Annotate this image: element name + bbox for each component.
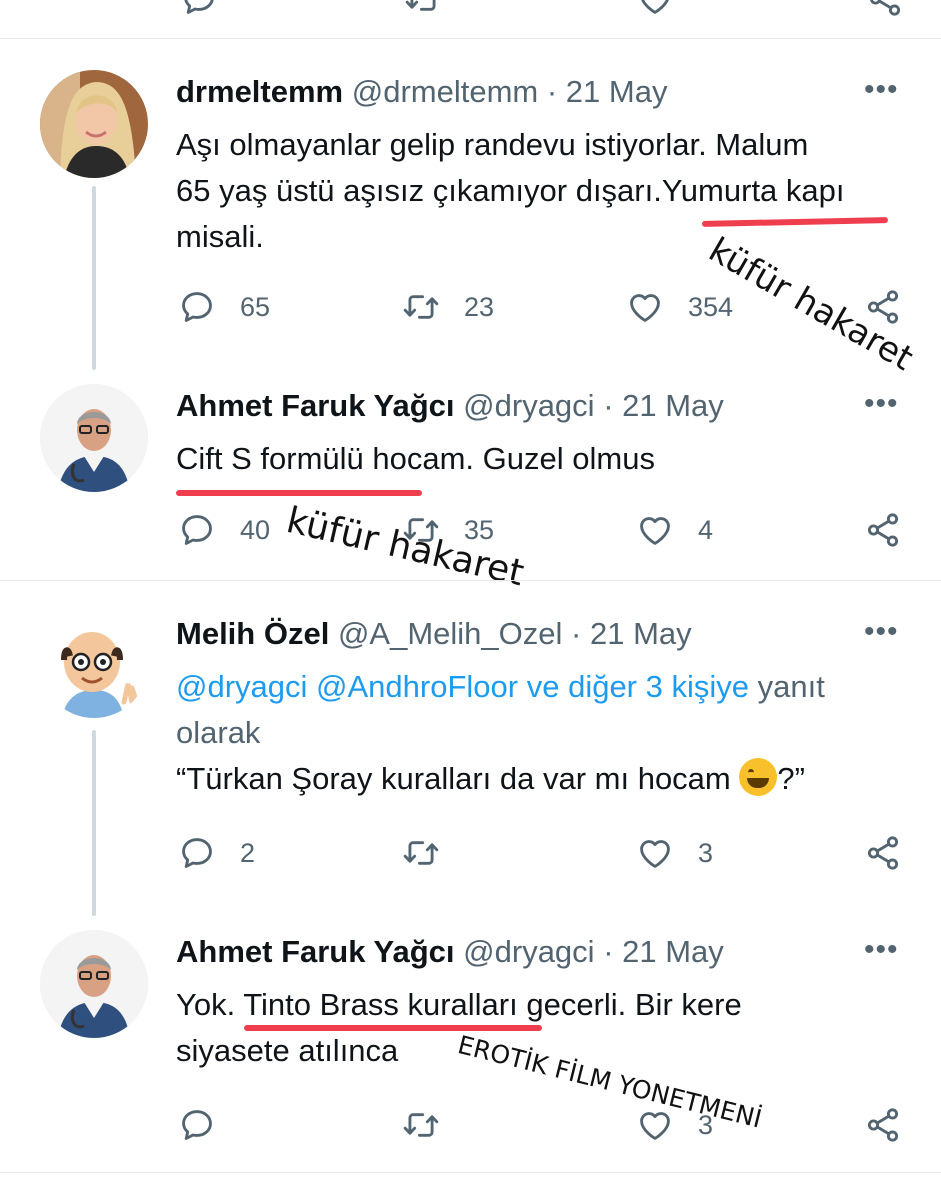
like-icon <box>636 1106 674 1144</box>
author-name[interactable]: Ahmet Faruk Yağcı <box>176 388 455 423</box>
retweet-action[interactable]: 23 <box>402 288 494 326</box>
tweet-text: “Türkan Şoray kuralları da var mı hocam … <box>176 756 805 802</box>
separator: · <box>571 616 582 651</box>
avatar[interactable] <box>40 70 148 178</box>
like-action[interactable]: 354 <box>626 288 733 326</box>
retweet-icon <box>402 288 440 326</box>
like-count: 4 <box>698 514 714 545</box>
reply-action[interactable] <box>178 1106 240 1144</box>
tweet-header: Ahmet Faruk Yağcı @dryagci · 21 May <box>176 388 724 424</box>
more-icon[interactable]: ••• <box>864 935 899 965</box>
tweet-text-line: 65 yaş üstü aşısız çıkamıyor dışarı.Yumu… <box>176 173 845 208</box>
share-icon <box>864 511 902 549</box>
divider <box>0 1172 941 1173</box>
share-action[interactable] <box>864 511 926 549</box>
retweet-count: 23 <box>464 291 495 322</box>
tweet-date[interactable]: 21 May <box>622 934 724 969</box>
tweet-text-line: Yok. Tinto Brass kuralları gecerli. Bir … <box>176 987 742 1022</box>
retweet-icon[interactable] <box>404 0 442 18</box>
share-action[interactable] <box>864 1106 926 1144</box>
author-handle[interactable]: @drmeltemm <box>352 74 538 109</box>
reply-context-line2: olarak <box>176 715 261 750</box>
tweet-text: Cift S formülü hocam. Guzel olmus <box>176 436 655 482</box>
avatar[interactable] <box>40 384 148 492</box>
like-count: 3 <box>698 837 714 868</box>
tweet-header: drmeltemm @drmeltemm · 21 May <box>176 74 667 110</box>
author-handle[interactable]: @A_Melih_Ozel <box>338 616 562 651</box>
like-count: 354 <box>688 291 734 322</box>
separator: · <box>603 934 614 969</box>
like-icon <box>636 834 674 872</box>
reply-icon <box>178 834 216 872</box>
author-name[interactable]: drmeltemm <box>176 74 343 109</box>
like-icon[interactable] <box>636 0 674 18</box>
share-icon <box>864 1106 902 1144</box>
thread-line <box>92 730 96 916</box>
tweet-date[interactable]: 21 May <box>566 74 668 109</box>
reply-context-suffix: yanıt <box>757 669 825 704</box>
more-icon[interactable]: ••• <box>864 617 899 647</box>
reply-count: 40 <box>240 514 271 545</box>
like-action[interactable]: 3 <box>636 834 713 872</box>
like-icon <box>626 288 664 326</box>
like-action[interactable]: 4 <box>636 511 713 549</box>
highlight-underline <box>244 1025 542 1031</box>
highlight-underline <box>176 490 422 496</box>
author-name[interactable]: Ahmet Faruk Yağcı <box>176 934 455 969</box>
divider <box>0 580 941 581</box>
tweet-date[interactable]: 21 May <box>622 388 724 423</box>
tweet-header: Melih Özel @A_Melih_Ozel · 21 May <box>176 616 692 652</box>
thread-line <box>92 186 96 370</box>
share-icon <box>864 834 902 872</box>
separator: · <box>546 74 558 109</box>
reply-count: 65 <box>240 291 271 322</box>
retweet-action[interactable] <box>402 834 464 872</box>
retweet-action[interactable] <box>402 1106 464 1144</box>
reply-action[interactable]: 40 <box>178 511 270 549</box>
reply-count: 2 <box>240 837 256 868</box>
avatar[interactable] <box>40 610 148 718</box>
divider <box>0 38 941 39</box>
tweet-text-line: Cift S formülü hocam. Guzel olmus <box>176 441 655 476</box>
reply-icon[interactable] <box>180 0 218 18</box>
retweet-icon <box>402 834 440 872</box>
author-handle[interactable]: @dryagci <box>463 388 594 423</box>
reply-icon <box>178 511 216 549</box>
author-handle[interactable]: @dryagci <box>463 934 594 969</box>
more-icon[interactable]: ••• <box>864 75 899 105</box>
share-icon[interactable] <box>866 0 904 18</box>
more-icon[interactable]: ••• <box>864 389 899 419</box>
author-name[interactable]: Melih Özel <box>176 616 329 651</box>
grinning-face-emoji <box>739 758 778 796</box>
reply-action[interactable]: 2 <box>178 834 255 872</box>
separator: · <box>603 388 614 423</box>
tweet-text-end: ?” <box>777 761 805 796</box>
reply-icon <box>178 288 216 326</box>
retweet-icon <box>402 1106 440 1144</box>
tweet-text-line: Aşı olmayanlar gelip randevu istiyorlar.… <box>176 127 809 162</box>
others-link[interactable]: ve diğer 3 kişiye <box>527 669 749 704</box>
tweet-date[interactable]: 21 May <box>590 616 692 651</box>
reply-icon <box>178 1106 216 1144</box>
reply-action[interactable]: 65 <box>178 288 270 326</box>
reply-context: @dryagci @AndhroFloor ve diğer 3 kişiye … <box>176 664 825 756</box>
mention-link[interactable]: @dryagci <box>176 669 307 704</box>
mention-link[interactable]: @AndhroFloor <box>316 669 518 704</box>
tweet-text: Aşı olmayanlar gelip randevu istiyorlar.… <box>176 122 845 260</box>
like-icon <box>636 511 674 549</box>
share-action[interactable] <box>864 834 926 872</box>
tweet-header: Ahmet Faruk Yağcı @dryagci · 21 May <box>176 934 724 970</box>
tweet-text-body: “Türkan Şoray kuralları da var mı hocam <box>176 761 731 796</box>
avatar[interactable] <box>40 930 148 1038</box>
